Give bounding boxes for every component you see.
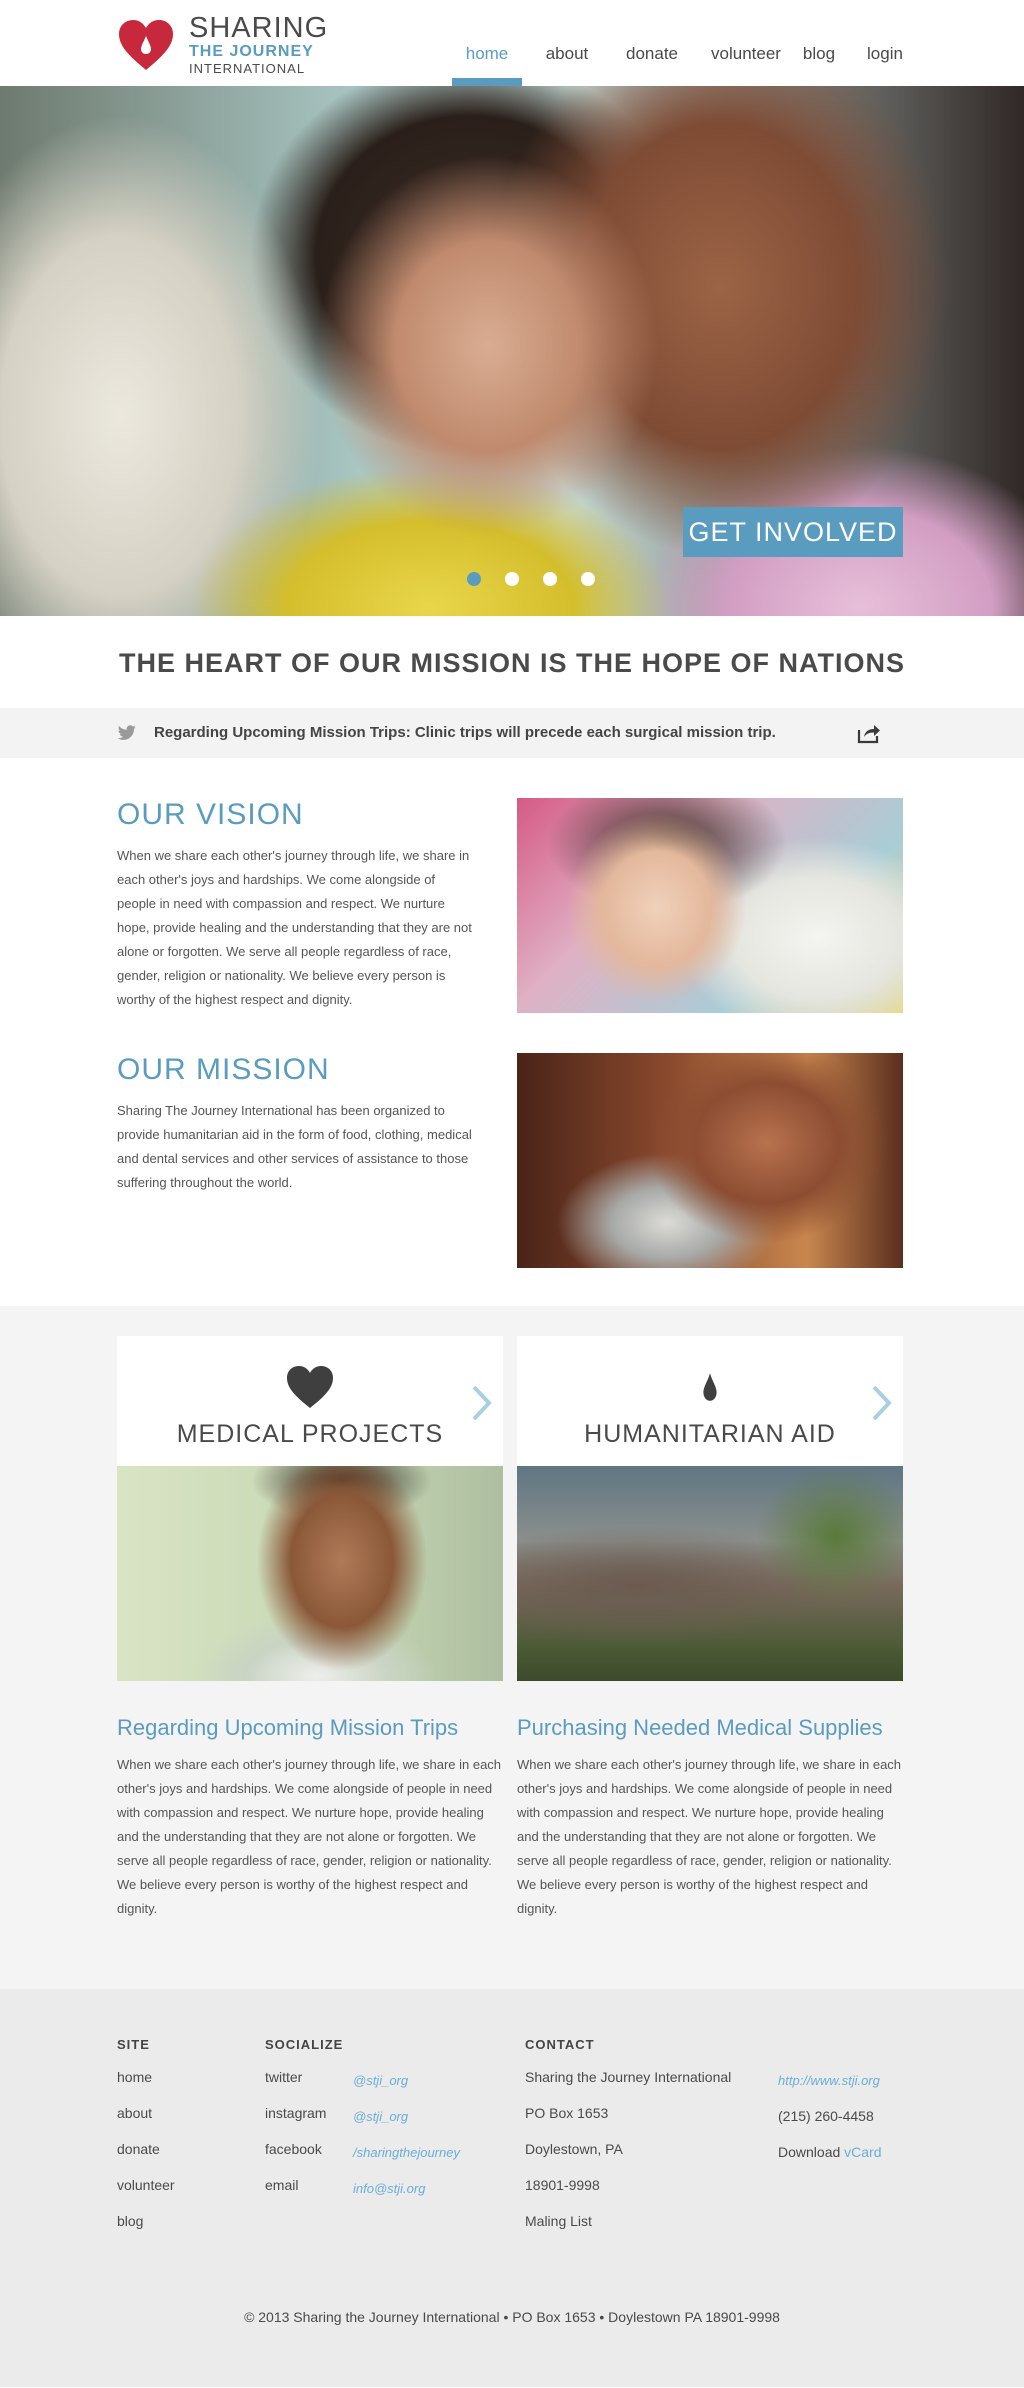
footer-socialize-handles: @stji_org @stji_org /sharingthejourney i…	[353, 2071, 460, 2215]
news-ticker: Regarding Upcoming Mission Trips: Clinic…	[0, 708, 1024, 758]
download-label: Download	[778, 2144, 841, 2160]
chevron-right-icon[interactable]	[871, 1384, 893, 1422]
share-icon[interactable]	[857, 722, 881, 744]
medical-projects-title: MEDICAL PROJECTS	[176, 1420, 444, 1448]
download-vcard: Download vCard	[778, 2143, 882, 2179]
humanitarian-aid-photo	[517, 1466, 903, 1681]
post-body: When we share each other's journey throu…	[117, 1757, 502, 1916]
nav-donate[interactable]: donate	[619, 0, 685, 86]
nav-home[interactable]: home	[452, 0, 522, 86]
vision-mission-section: OUR VISION When we share each other's jo…	[0, 758, 1024, 1306]
drop-icon	[703, 1373, 717, 1401]
footer-link-home[interactable]: home	[117, 2068, 175, 2104]
vcard-link[interactable]: vCard	[844, 2144, 881, 2160]
vision-title: OUR VISION	[117, 798, 304, 831]
footer-socialize-column: SOCIALIZE twitter instagram facebook ema…	[265, 2037, 343, 2212]
mission-block: OUR MISSION Sharing The Journey Internat…	[117, 1053, 903, 1268]
vision-block: OUR VISION When we share each other's jo…	[117, 798, 903, 1013]
heart-drop-logo-icon	[119, 19, 173, 70]
humanitarian-aid-title: HUMANITARIAN AID	[584, 1420, 836, 1448]
email-link[interactable]: info@stji.org	[353, 2181, 425, 2196]
hero-carousel[interactable]: GET INVOLVED	[0, 86, 1024, 616]
ticker-text[interactable]: Regarding Upcoming Mission Trips: Clinic…	[154, 724, 776, 741]
carousel-dots	[467, 572, 619, 586]
projects-section: MEDICAL PROJECTS HUMANITARIAN AID Regard…	[0, 1306, 1024, 1989]
twitter-icon[interactable]	[117, 725, 137, 741]
mission-tagline: THE HEART OF OUR MISSION IS THE HOPE OF …	[118, 648, 906, 678]
footer-site-column: SITE home about donate volunteer blog	[117, 2037, 175, 2248]
site-footer: SITE home about donate volunteer blog SO…	[0, 1989, 1024, 2387]
carousel-dot-4[interactable]	[581, 572, 595, 586]
get-involved-button[interactable]: GET INVOLVED	[683, 507, 903, 557]
heart-icon	[287, 1366, 333, 1408]
footer-link-volunteer[interactable]: volunteer	[117, 2176, 175, 2212]
vision-body: When we share each other's journey throu…	[117, 848, 472, 1007]
post-title[interactable]: Purchasing Needed Medical Supplies	[517, 1715, 903, 1741]
twitter-handle-link[interactable]: @stji_org	[353, 2073, 408, 2088]
nav-login[interactable]: login	[863, 0, 907, 86]
vision-photo	[517, 798, 903, 1013]
footer-link-about[interactable]: about	[117, 2104, 175, 2140]
logo-line-2: THE JOURNEY	[189, 43, 314, 60]
carousel-dot-1[interactable]	[467, 572, 481, 586]
mission-body: Sharing The Journey International has be…	[117, 1103, 472, 1190]
logo-wordmark: SHARING THE JOURNEY INTERNATIONAL	[189, 12, 329, 76]
footer-social-label: facebook	[265, 2141, 322, 2157]
mission-photo	[517, 1053, 903, 1268]
site-header: SHARING THE JOURNEY INTERNATIONAL home a…	[0, 0, 1024, 86]
nav-about[interactable]: about	[537, 0, 597, 86]
chevron-right-icon[interactable]	[471, 1384, 493, 1422]
footer-contact-column: CONTACT Sharing the Journey Internationa…	[525, 2037, 731, 2248]
contact-zip: 18901-9998	[525, 2177, 600, 2193]
logo-line-1: SHARING	[189, 12, 329, 44]
medical-projects-photo	[117, 1466, 503, 1681]
nav-blog[interactable]: blog	[799, 0, 839, 86]
contact-phone: (215) 260-4458	[778, 2108, 874, 2124]
mailing-list-link[interactable]: Maling List	[525, 2212, 731, 2248]
contact-city: Doylestown, PA	[525, 2141, 623, 2157]
footer-link-donate[interactable]: donate	[117, 2140, 175, 2176]
mission-title: OUR MISSION	[117, 1053, 330, 1086]
main-nav: home about donate volunteer blog login	[452, 0, 907, 86]
footer-socialize-heading: SOCIALIZE	[265, 2037, 344, 2052]
facebook-handle-link[interactable]: /sharingthejourney	[353, 2145, 460, 2160]
footer-social-label: instagram	[265, 2105, 327, 2121]
contact-org-name: Sharing the Journey International	[525, 2069, 732, 2085]
contact-po-box: PO Box 1653	[525, 2105, 609, 2121]
post-body: When we share each other's journey throu…	[517, 1757, 902, 1916]
carousel-dot-3[interactable]	[543, 572, 557, 586]
footer-contact-right: http://www.stji.org (215) 260-4458 Downl…	[778, 2071, 882, 2179]
footer-social-label: email	[265, 2177, 299, 2193]
website-link[interactable]: http://www.stji.org	[778, 2073, 880, 2088]
site-logo[interactable]: SHARING THE JOURNEY INTERNATIONAL	[117, 14, 328, 75]
instagram-handle-link[interactable]: @stji_org	[353, 2109, 408, 2124]
footer-link-blog[interactable]: blog	[117, 2212, 175, 2248]
footer-contact-heading: CONTACT	[525, 2037, 595, 2052]
post-title[interactable]: Regarding Upcoming Mission Trips	[117, 1715, 503, 1741]
footer-social-label: twitter	[265, 2069, 303, 2085]
humanitarian-aid-card[interactable]: HUMANITARIAN AID	[517, 1336, 903, 1681]
post-medical-supplies: Purchasing Needed Medical Supplies When …	[517, 1715, 903, 1921]
nav-volunteer[interactable]: volunteer	[705, 0, 787, 86]
footer-site-heading: SITE	[117, 2037, 150, 2052]
medical-projects-card[interactable]: MEDICAL PROJECTS	[117, 1336, 503, 1681]
carousel-dot-2[interactable]	[505, 572, 519, 586]
logo-line-3: INTERNATIONAL	[189, 61, 306, 76]
post-mission-trips: Regarding Upcoming Mission Trips When we…	[117, 1715, 503, 1921]
copyright-text: © 2013 Sharing the Journey International…	[244, 2309, 780, 2325]
